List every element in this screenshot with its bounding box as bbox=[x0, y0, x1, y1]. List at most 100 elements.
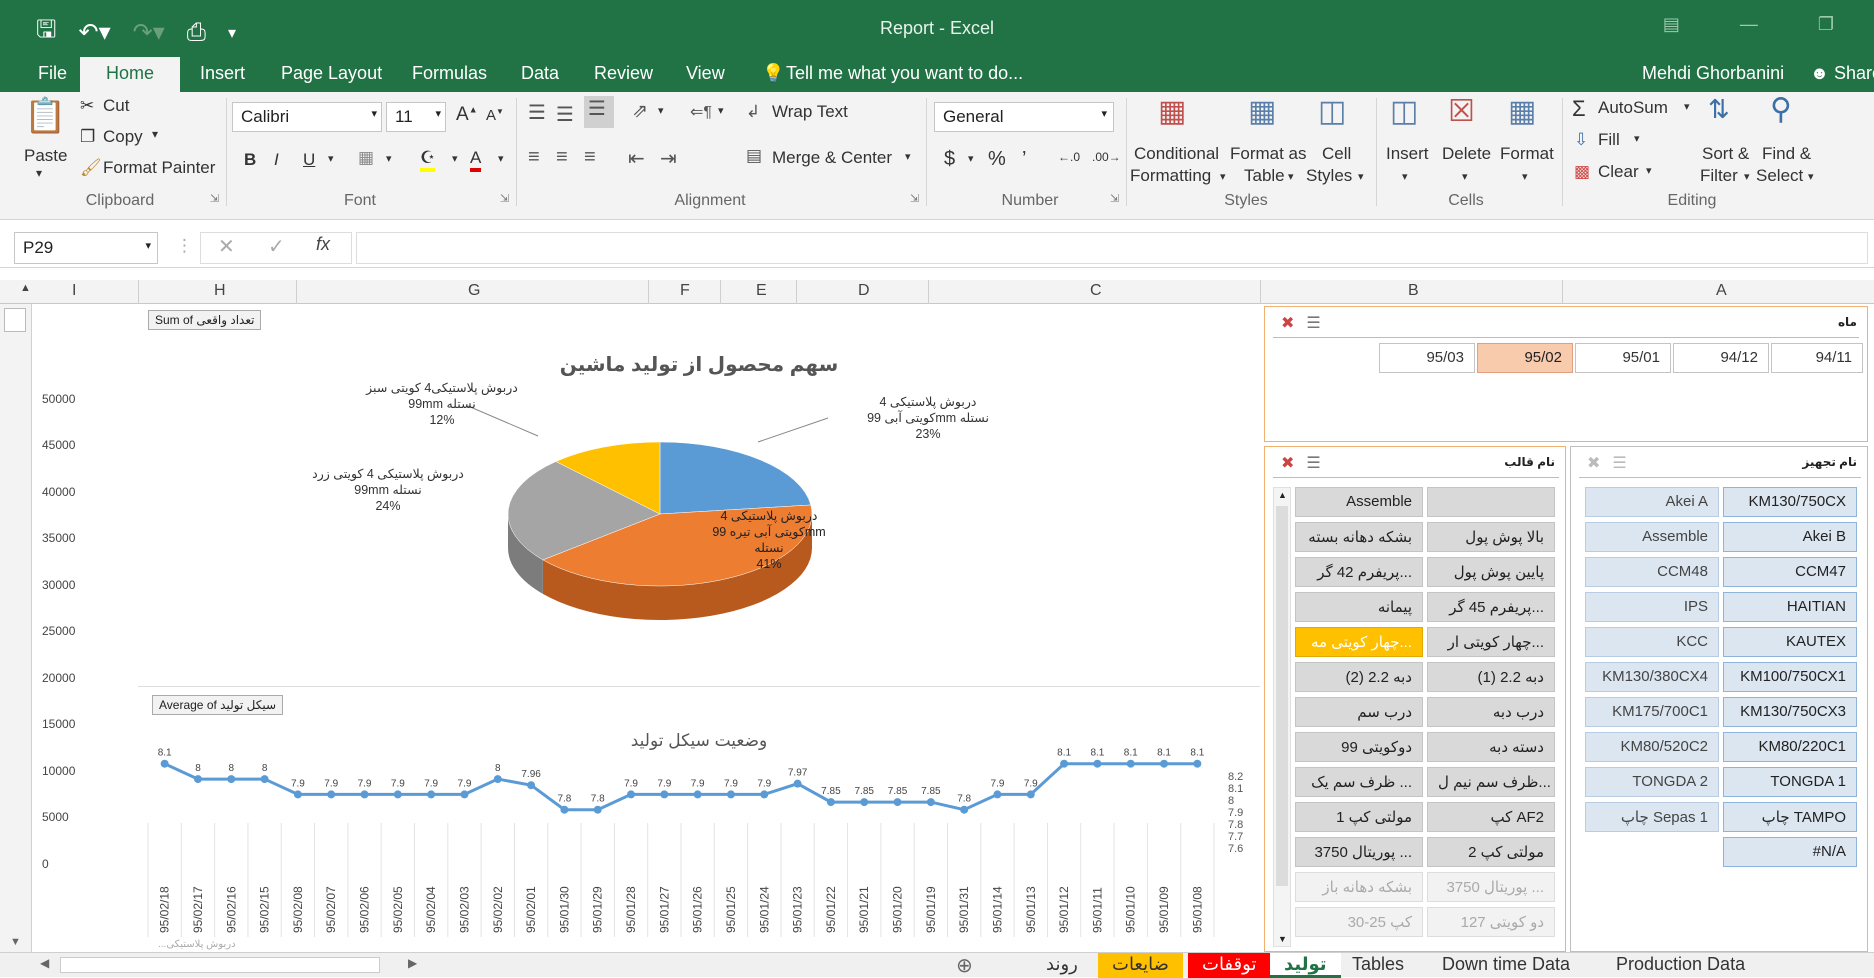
borders-dropdown-icon[interactable]: ▾ bbox=[386, 152, 392, 165]
col-header[interactable]: E bbox=[756, 282, 767, 300]
slicer-item[interactable]: پریفرم 45 گر... bbox=[1427, 592, 1555, 622]
wrap-text-button[interactable]: Wrap Text bbox=[772, 102, 848, 122]
format-as-table-dropdown-icon[interactable]: ▾ bbox=[1288, 170, 1294, 183]
slicer-item[interactable]: پیمانه bbox=[1295, 592, 1423, 622]
align-right-icon[interactable]: ≡ bbox=[584, 146, 596, 169]
fill-dropdown-icon[interactable]: ▾ bbox=[452, 152, 458, 165]
h-scrollbar[interactable] bbox=[60, 957, 380, 973]
font-color-icon[interactable]: A bbox=[470, 148, 482, 172]
line-point[interactable] bbox=[360, 790, 369, 799]
line-point[interactable] bbox=[293, 790, 302, 799]
slicer-item[interactable]: پوریتال 3750 ... bbox=[1295, 837, 1423, 867]
scroll-left-icon[interactable]: ◀ bbox=[40, 956, 49, 970]
col-header[interactable]: F bbox=[680, 282, 690, 300]
col-header[interactable]: I bbox=[72, 282, 76, 300]
line-point[interactable] bbox=[327, 790, 336, 799]
col-header[interactable]: A bbox=[1716, 282, 1727, 300]
font-launcher-icon[interactable]: ⇲ bbox=[500, 192, 509, 205]
slicer-item[interactable]: چاپ TAMPO bbox=[1723, 802, 1857, 832]
slicer-item[interactable]: دبه 2.2 (2) bbox=[1295, 662, 1423, 692]
line-chart[interactable]: Average of سیکل تولید وضعیت سیکل تولید 8… bbox=[138, 686, 1260, 950]
paste-icon[interactable]: 📋 bbox=[24, 96, 66, 136]
tab-formulas[interactable]: Formulas bbox=[412, 63, 487, 84]
line-point[interactable] bbox=[1093, 759, 1102, 768]
slicer-item[interactable]: پایین پوش پول bbox=[1427, 557, 1555, 587]
line-point[interactable] bbox=[660, 790, 669, 799]
slicer-scrollbar[interactable]: ▲ ▼ bbox=[1273, 487, 1291, 947]
multi-select-icon[interactable]: ☰ bbox=[1612, 455, 1638, 472]
line-point[interactable] bbox=[260, 775, 269, 784]
slicer-item[interactable]: ظرف سم یک ... bbox=[1295, 767, 1423, 797]
insert-button[interactable]: Insert bbox=[1386, 144, 1429, 164]
find-select-label-1[interactable]: Find & bbox=[1762, 144, 1811, 164]
clear-dropdown-icon[interactable]: ▾ bbox=[1646, 164, 1652, 177]
autosum-dropdown-icon[interactable]: ▾ bbox=[1684, 100, 1690, 113]
italic-icon[interactable]: I bbox=[274, 150, 279, 170]
slicer-item[interactable]: Akei B bbox=[1723, 522, 1857, 552]
sheet-tab-zayeat[interactable]: ضایعات bbox=[1098, 953, 1183, 978]
find-select-dropdown-icon[interactable]: ▾ bbox=[1808, 170, 1814, 183]
format-dropdown-icon[interactable]: ▾ bbox=[1522, 170, 1528, 183]
line-point[interactable] bbox=[560, 805, 569, 814]
slicer-mold[interactable]: ✖☰ نام قالب ▲ ▼ Assemble بشکه دهانه بسته ب… bbox=[1264, 446, 1566, 952]
text-direction-dropdown-icon[interactable]: ▾ bbox=[718, 104, 724, 117]
scroll-up-icon[interactable]: ▲ bbox=[1278, 490, 1287, 500]
name-box[interactable]: P29 ▾ bbox=[14, 232, 158, 264]
tab-page-layout[interactable]: Page Layout bbox=[281, 63, 382, 84]
multi-select-icon[interactable]: ☰ bbox=[1306, 315, 1332, 332]
new-sheet-icon[interactable]: ⊕ bbox=[956, 953, 973, 978]
slicer-item-selected[interactable]: 95/02 bbox=[1477, 343, 1573, 373]
pie-chart[interactable]: Sum of تعداد واقعی سهم محصول از تولید ما… bbox=[138, 306, 1260, 682]
formula-input[interactable] bbox=[356, 232, 1868, 264]
slicer-item[interactable]: کپ 25-30 bbox=[1295, 907, 1423, 937]
tab-review[interactable]: Review bbox=[594, 63, 653, 84]
format-button[interactable]: Format bbox=[1500, 144, 1554, 164]
slicer-item[interactable]: چاپ Sepas 1 bbox=[1585, 802, 1719, 832]
slicer-item[interactable]: دبه 2.2 (1) bbox=[1427, 662, 1555, 692]
slicer-item[interactable]: KAUTEX bbox=[1723, 627, 1857, 657]
line-point[interactable] bbox=[926, 798, 935, 807]
merge-center-button[interactable]: Merge & Center bbox=[772, 148, 892, 168]
share-button[interactable]: Share bbox=[1834, 63, 1874, 84]
slicer-item[interactable]: پریفرم 42 گر... bbox=[1295, 557, 1423, 587]
enter-icon[interactable]: ✓ bbox=[268, 234, 285, 259]
autosum-button[interactable]: AutoSum bbox=[1598, 98, 1668, 118]
col-header[interactable]: C bbox=[1090, 282, 1102, 300]
scroll-down-icon[interactable]: ▼ bbox=[10, 936, 21, 948]
currency-icon[interactable]: $ bbox=[944, 148, 955, 171]
pie-slice[interactable] bbox=[659, 441, 812, 515]
slicer-item[interactable]: KM130/750CX3 bbox=[1723, 697, 1857, 727]
slicer-item[interactable]: HAITIAN bbox=[1723, 592, 1857, 622]
slicer-item[interactable]: درب دبه bbox=[1427, 697, 1555, 727]
line-point[interactable] bbox=[893, 798, 902, 807]
copy-dropdown-icon[interactable]: ▾ bbox=[152, 127, 158, 141]
scroll-right-icon[interactable]: ▶ bbox=[408, 956, 417, 970]
format-as-table-label-1[interactable]: Format as bbox=[1230, 144, 1307, 164]
line-point[interactable] bbox=[493, 775, 502, 784]
slicer-scroll-thumb[interactable] bbox=[1276, 506, 1288, 886]
line-point[interactable] bbox=[1126, 759, 1135, 768]
clear-button[interactable]: Clear bbox=[1598, 162, 1639, 182]
sheet-tab-downtime[interactable]: Down time Data bbox=[1428, 953, 1584, 978]
merge-dropdown-icon[interactable]: ▾ bbox=[905, 150, 911, 163]
line-point[interactable] bbox=[726, 790, 735, 799]
conditional-formatting-label-2[interactable]: Formatting bbox=[1130, 166, 1211, 186]
slicer-item[interactable]: 94/12 bbox=[1673, 343, 1769, 373]
slicer-month[interactable]: ✖☰ ماه 95/03 95/02 95/01 94/12 94/11 bbox=[1264, 306, 1868, 442]
slicer-equipment[interactable]: ✖☰ نام تجهیز Akei A KM130/750CX Assemble Ak… bbox=[1570, 446, 1868, 952]
comma-icon[interactable]: ’ bbox=[1022, 148, 1026, 171]
slicer-item[interactable]: پوریتال 3750 ... bbox=[1427, 872, 1555, 902]
font-name-dropdown[interactable]: Calibri ▾ bbox=[232, 102, 382, 132]
line-point[interactable] bbox=[760, 790, 769, 799]
sheet-tab-production[interactable]: Production Data bbox=[1602, 953, 1759, 978]
number-format-dropdown[interactable]: General ▾ bbox=[934, 102, 1114, 132]
format-as-table-label-2[interactable]: Table bbox=[1244, 166, 1285, 186]
cell-styles-label-1[interactable]: Cell bbox=[1322, 144, 1351, 164]
format-painter-button[interactable]: Format Painter bbox=[103, 158, 215, 178]
tab-insert[interactable]: Insert bbox=[200, 63, 245, 84]
slicer-item[interactable]: 95/03 bbox=[1379, 343, 1475, 373]
line-point[interactable] bbox=[1193, 759, 1202, 768]
line-point[interactable] bbox=[1026, 790, 1035, 799]
line-point[interactable] bbox=[193, 775, 202, 784]
paste-dropdown-icon[interactable]: ▾ bbox=[36, 166, 42, 180]
